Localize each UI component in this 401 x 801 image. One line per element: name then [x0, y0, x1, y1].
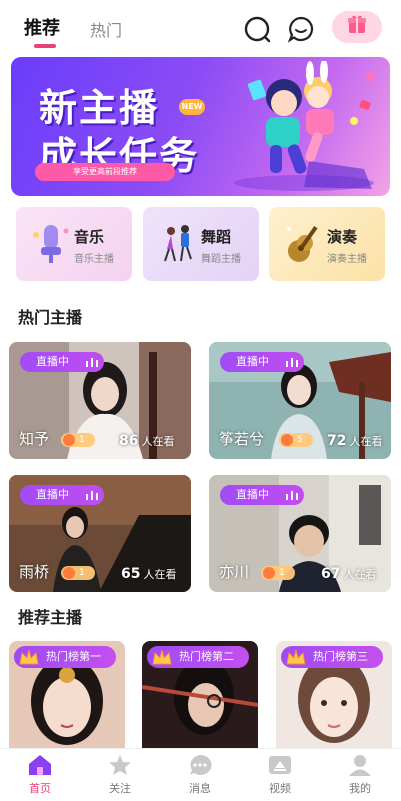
- crown-icon: [286, 649, 306, 665]
- search-icon[interactable]: [242, 14, 272, 44]
- level-number: 5: [297, 435, 303, 445]
- streamer-name: 知予: [19, 430, 50, 448]
- tab-recommend[interactable]: 推荐: [24, 14, 60, 40]
- viewer-unit: 人在看: [141, 435, 175, 448]
- streamer-name: 亦川: [219, 563, 250, 581]
- dancers-icon: [155, 221, 201, 267]
- category-name: 演奏: [327, 228, 358, 246]
- category-subtitle: 舞蹈主播: [201, 254, 241, 265]
- level-badge: 5: [279, 433, 313, 447]
- new-streamer-task-banner[interactable]: 新主播 NEW 成长任务 享受更高前段推荐: [11, 57, 390, 196]
- microphone-icon: [28, 221, 74, 267]
- category-music[interactable]: 音乐 音乐主播: [16, 207, 132, 281]
- nav-label: 关注: [109, 782, 131, 795]
- live-badge-label: 直播中: [236, 488, 269, 501]
- star-icon: [109, 755, 131, 775]
- live-badge-label: 直播中: [36, 355, 69, 368]
- viewer-number: 65: [121, 566, 141, 582]
- hot-streamers-title: 热门主播: [18, 308, 83, 327]
- banner-subtitle-pill: 享受更高前段推荐: [35, 163, 175, 181]
- level-badge: 1: [61, 433, 95, 447]
- recommend-card[interactable]: 热门榜第三: [276, 641, 392, 749]
- viewer-unit: 人在看: [343, 568, 377, 581]
- home-icon: [29, 755, 51, 775]
- gift-box-button[interactable]: [332, 11, 382, 43]
- nav-label: 消息: [189, 782, 211, 795]
- viewer-unit: 人在看: [143, 568, 177, 581]
- streamer-card[interactable]: 直播中 雨桥 1 65 人在看: [9, 475, 191, 592]
- viewer-number: 72: [327, 433, 347, 449]
- rank-badge: 热门榜第一: [14, 646, 116, 668]
- live-badge: 直播中: [20, 485, 104, 505]
- category-dance[interactable]: 舞蹈 舞蹈主播: [143, 207, 259, 281]
- nav-messages[interactable]: 消息: [170, 753, 230, 799]
- crown-icon: [19, 649, 39, 665]
- gift-box-icon: [346, 14, 368, 40]
- level-badge: 1: [261, 566, 295, 580]
- rank-badge-label: 热门榜第一: [46, 650, 101, 663]
- live-bars-icon: [286, 491, 298, 500]
- crown-icon: [152, 649, 172, 665]
- nav-label: 视频: [269, 782, 291, 795]
- viewer-count: 65 人在看: [121, 566, 176, 582]
- live-badge: 直播中: [20, 352, 104, 372]
- rank-badge-label: 热门榜第三: [313, 650, 368, 663]
- rank-badge: 热门榜第三: [281, 646, 383, 668]
- streamer-name: 筝若兮: [219, 430, 265, 448]
- level-number: 1: [79, 568, 85, 578]
- banner-title-line1: 新主播: [39, 86, 160, 130]
- streamer-card[interactable]: 直播中 筝若兮 5 72 人在看: [209, 342, 391, 459]
- nav-profile[interactable]: 我的: [330, 753, 390, 799]
- viewer-count: 86 人在看: [119, 433, 174, 449]
- video-icon: [269, 756, 291, 774]
- viewer-unit: 人在看: [349, 435, 383, 448]
- level-number: 1: [279, 568, 285, 578]
- nav-follow[interactable]: 关注: [90, 753, 150, 799]
- category-subtitle: 音乐主播: [74, 254, 114, 265]
- level-badge: 1: [61, 566, 95, 580]
- nav-video[interactable]: 视频: [250, 753, 310, 799]
- streamer-name: 雨桥: [19, 563, 50, 581]
- viewer-number: 67: [321, 566, 341, 582]
- level-number: 1: [79, 435, 85, 445]
- live-bars-icon: [286, 358, 298, 367]
- streamer-card[interactable]: 直播中 亦川 1 67 人在看: [209, 475, 391, 592]
- category-name: 音乐: [74, 228, 105, 246]
- viewer-count: 67 人在看: [321, 566, 376, 582]
- recommend-card[interactable]: 热门榜第二: [142, 641, 258, 749]
- chat-bubble-icon[interactable]: [286, 14, 316, 44]
- category-instrument[interactable]: 演奏 演奏主播: [269, 207, 385, 281]
- streamer-card[interactable]: 直播中 知予 1 86 人在看: [9, 342, 191, 459]
- nav-label: 我的: [349, 782, 371, 795]
- live-badge: 直播中: [220, 352, 304, 372]
- live-bars-icon: [86, 358, 98, 367]
- category-subtitle: 演奏主播: [327, 254, 367, 265]
- live-badge-label: 直播中: [236, 355, 269, 368]
- message-icon: [190, 754, 212, 775]
- viewer-count: 72 人在看: [327, 433, 382, 449]
- live-badge-label: 直播中: [36, 488, 69, 501]
- tab-hot[interactable]: 热门: [90, 17, 122, 41]
- live-badge: 直播中: [220, 485, 304, 505]
- recommend-streamers-title: 推荐主播: [18, 608, 83, 627]
- banner-new-tag: NEW: [179, 99, 205, 115]
- profile-icon: [349, 755, 371, 776]
- banner-illustration: [214, 59, 384, 193]
- recommend-card[interactable]: 热门榜第一: [9, 641, 125, 749]
- active-tab-indicator: [34, 44, 56, 48]
- rank-badge-label: 热门榜第二: [179, 650, 234, 663]
- live-bars-icon: [86, 491, 98, 500]
- top-bar: 推荐 热门: [0, 0, 401, 52]
- bottom-nav: 首页 关注 消息 视频 我的: [0, 748, 401, 801]
- nav-home[interactable]: 首页: [10, 753, 70, 799]
- rank-badge: 热门榜第二: [147, 646, 249, 668]
- nav-label: 首页: [29, 782, 51, 795]
- guitar-icon: [281, 221, 327, 267]
- category-name: 舞蹈: [201, 228, 232, 246]
- viewer-number: 86: [119, 433, 139, 449]
